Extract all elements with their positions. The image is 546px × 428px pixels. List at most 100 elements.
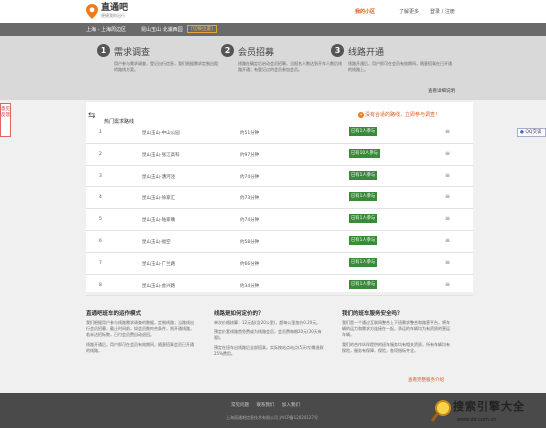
step-number: 3: [331, 44, 344, 57]
full-service-intro-link[interactable]: 查看完整服务介绍: [408, 377, 444, 383]
participants-badge[interactable]: 已有1人参与: [349, 214, 378, 224]
selected-area: 昆山玉山 北浦西园: [141, 27, 183, 33]
travel-time: 约97分钟: [240, 152, 260, 158]
routes-table: 1 昆山玉山-中山公园 约51分钟 已有1人参与 ≡ 2 昆山玉山-张江高科 约…: [86, 122, 473, 297]
participants-badge[interactable]: 已有10人参与: [349, 148, 380, 158]
info-title: 直通吧班车的运作模式: [86, 311, 142, 317]
route-name[interactable]: 昆山玉山-广兰路: [142, 261, 175, 267]
footer-links: 常见问题 联系我们 加入我们: [231, 402, 306, 408]
switch-location-button[interactable]: [切换位置]: [187, 25, 217, 33]
watermark-text: 搜索引擎大全: [453, 400, 525, 413]
travel-time: 约66分钟: [240, 261, 260, 267]
swap-arrows-icon: ⇆: [88, 111, 96, 121]
menu-icon[interactable]: ≡: [445, 193, 450, 200]
info-title: 线路是如何定价的？: [214, 311, 264, 317]
step-description: 用户参与需求调查，登记出行信息，我们根据需求定制出租的路线方案。: [114, 61, 218, 72]
menu-icon[interactable]: ≡: [445, 215, 450, 222]
menu-icon[interactable]: ≡: [445, 281, 450, 288]
row-number: 8: [99, 282, 102, 288]
nav-my-community[interactable]: 我的小区: [355, 8, 375, 15]
process-steps-banner: 1 需求调查 用户参与需求调查，登记出行信息，我们根据需求定制出租的路线方案。 …: [0, 36, 546, 100]
participants-badge[interactable]: 已有1人参与: [349, 279, 378, 289]
step-number: 2: [221, 44, 234, 57]
table-row[interactable]: 6 昆山玉山-福空 约58分钟 已有1人参与 ≡: [86, 231, 473, 253]
table-row[interactable]: 3 昆山玉山-漕河泾 约74分钟 已有1人参与 ≡: [86, 166, 473, 188]
info-operation-mode: 直通吧班车的运作模式 我们根据用户参与线路需求调查的数据，定制线路；当路线出行会…: [86, 309, 196, 357]
travel-time: 约74分钟: [240, 174, 260, 180]
route-name[interactable]: 昆山玉山-福空: [142, 239, 171, 245]
table-row[interactable]: 1 昆山玉山-中山公园 约51分钟 已有1人参与 ≡: [86, 122, 473, 144]
info-paragraph: 我们的合作伙伴提供的班车服务均有相关资质，所有车辆均有保险，服务有保障，保险，各…: [342, 341, 450, 353]
travel-time: 约74分钟: [240, 218, 260, 224]
nav-learn-more[interactable]: 了解更多: [399, 8, 419, 15]
magnifier-icon: [431, 400, 451, 422]
hot-routes-panel: ⇆ 热门需求路线 + 没有合适的路线，立即参与调查！ 1 昆山玉山-中山公园 约5…: [86, 102, 473, 297]
feedback-tab[interactable]: 意见反馈: [0, 103, 11, 137]
row-number: 7: [99, 260, 102, 266]
location-bar: 上海 - 上海周边区 昆山玉山 北浦西园 [切换位置]: [0, 23, 546, 36]
info-title: 我们的班车服务安全吗？: [342, 311, 403, 317]
menu-icon[interactable]: ≡: [445, 237, 450, 244]
map-pin-icon: [86, 3, 98, 19]
participants-badge[interactable]: 已有1人参与: [349, 127, 378, 136]
row-number: 5: [99, 217, 102, 223]
step-title: 线路开通: [348, 48, 385, 58]
info-paragraph: 我们根据用户参与线路需求调查的数据，定制线路；当路线出行会员招募，截止时间前，如…: [86, 320, 194, 338]
route-name[interactable]: 昆山玉山-张江高科: [142, 152, 180, 158]
step-description: 线路在确定后启动会员招募，当报名人数达到开车人数后线路开通；有登记过的会员参加会…: [238, 61, 342, 72]
info-paragraph: 预定价套线路首免费或为线路会员，会员费每期20元(30天有限)。: [214, 329, 322, 341]
participants-badge[interactable]: 已有1人参与: [349, 192, 378, 202]
copyright: 上海直通吧信息技术有限公司 沪ICP备12020127号: [226, 415, 319, 420]
participants-badge[interactable]: 已有1人参与: [349, 257, 378, 267]
table-row[interactable]: 8 昆山玉山-会兴路 约34分钟 已有1人参与 ≡: [86, 275, 473, 297]
step-description: 线路开通后，用户即可在会员有效期间，随意搭乘在已开通的线路上。: [348, 61, 452, 72]
travel-time: 约34分钟: [240, 283, 260, 289]
info-paragraph: 单次价格核算：12元起(含20公里)，超每公里加价0.20元。: [214, 320, 321, 325]
route-name[interactable]: 昆山玉山-漕河泾: [142, 174, 175, 180]
travel-time: 约51分钟: [240, 131, 260, 136]
footer-link-join[interactable]: 加入我们: [282, 403, 300, 408]
logo[interactable]: 直通吧 便捷我的出行: [86, 3, 128, 19]
plus-icon: +: [358, 111, 364, 118]
info-paragraph: 预定在班车出线路后全部搭乘，实际按站点站点(5天内)需退款25%费用。: [214, 344, 324, 356]
participants-badge[interactable]: 已有1人参与: [349, 235, 378, 245]
info-paragraph: 线路开通后，用户即可在会员有效期间，随意搭乘会员已开通的线路。: [86, 341, 194, 353]
logo-title: 直通吧: [101, 3, 129, 13]
info-paragraph: 我们是一个通过互联网整合上下班需求整合和路营平台，将车辆的运力和需求方连接在一起…: [342, 320, 450, 338]
table-row[interactable]: 4 昆山玉山-徐家汇 约73分钟 已有1人参与 ≡: [86, 187, 473, 210]
route-name[interactable]: 昆山玉山-中山公园: [142, 130, 180, 136]
qq-chat-label: QQ交谈: [525, 130, 542, 135]
participants-badge[interactable]: 已有1人参与: [349, 170, 378, 180]
row-number: 2: [99, 151, 102, 157]
row-number: 4: [99, 195, 102, 201]
row-number: 3: [99, 173, 102, 179]
menu-icon[interactable]: ≡: [445, 259, 450, 266]
join-survey-link[interactable]: + 没有合适的路线，立即参与调查！: [358, 111, 440, 118]
chat-icon: ●: [520, 130, 524, 135]
step-title: 需求调查: [114, 48, 151, 58]
route-name[interactable]: 昆山玉山-陆家嘴: [142, 217, 175, 223]
join-survey-label: 没有合适的路线，立即参与调查！: [365, 112, 441, 118]
watermark-url: www.dir.com.cn: [457, 417, 497, 423]
site-header: 直通吧 便捷我的出行 我的小区 了解更多 登录 / 注册: [0, 0, 546, 23]
table-row[interactable]: 7 昆山玉山-广兰路 约66分钟 已有1人参与 ≡: [86, 253, 473, 275]
city-region: 上海 - 上海周边区: [86, 27, 126, 33]
menu-icon[interactable]: ≡: [445, 150, 450, 157]
info-safety: 我们的班车服务安全吗？ 我们是一个通过互联网整合上下班需求整合和路营平台，将车辆…: [342, 309, 452, 357]
route-name[interactable]: 昆山玉山-会兴路: [142, 283, 175, 289]
view-details-link[interactable]: 查看详细说明: [428, 88, 455, 94]
footer-link-faq[interactable]: 常见问题: [231, 403, 249, 408]
route-name[interactable]: 昆山玉山-徐家汇: [142, 195, 175, 201]
menu-icon[interactable]: ≡: [445, 128, 450, 135]
footer-link-contact[interactable]: 联系我们: [256, 403, 274, 408]
menu-icon[interactable]: ≡: [445, 172, 450, 179]
row-number: 6: [99, 238, 102, 244]
qq-chat-button[interactable]: ● QQ交谈: [517, 128, 546, 137]
table-row[interactable]: 5 昆山玉山-陆家嘴 约74分钟 已有1人参与 ≡: [86, 209, 473, 231]
table-row[interactable]: 2 昆山玉山-张江高科 约97分钟 已有10人参与 ≡: [86, 144, 473, 166]
travel-time: 约73分钟: [240, 196, 260, 202]
travel-time: 约58分钟: [240, 239, 260, 245]
row-number: 1: [99, 130, 102, 135]
nav-login-register[interactable]: 登录 / 注册: [430, 8, 455, 15]
watermark: 搜索引擎大全 www.dir.com.cn: [431, 397, 546, 428]
